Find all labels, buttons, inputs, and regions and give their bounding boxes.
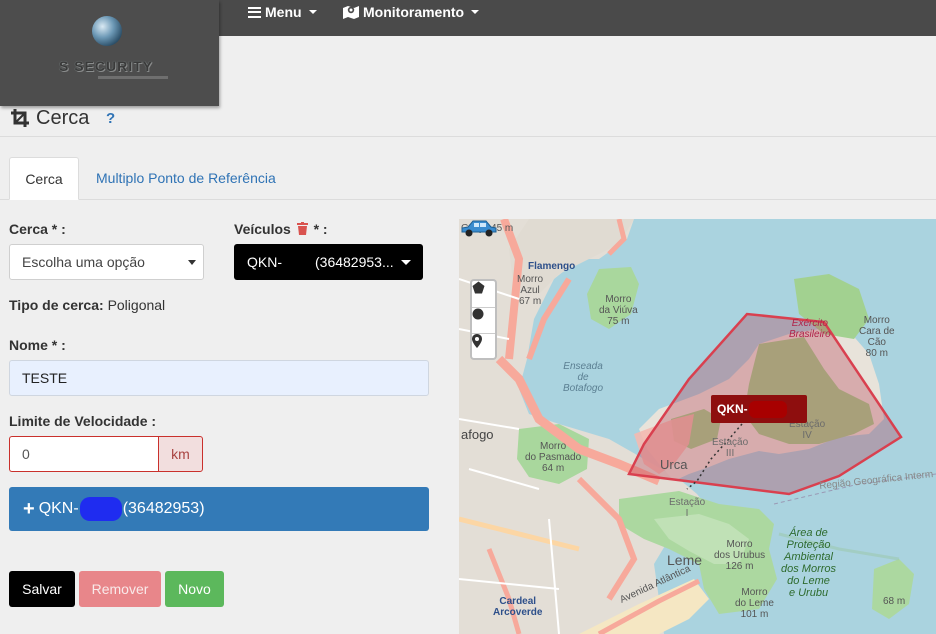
tab-cerca[interactable]: Cerca <box>9 157 79 200</box>
remover-button[interactable]: Remover <box>79 571 161 607</box>
caret-down-icon <box>401 260 411 265</box>
caret-down-icon <box>471 10 480 14</box>
logo-globe-icon <box>92 16 122 46</box>
nome-label: Nome * : <box>9 337 66 353</box>
draw-polygon-button[interactable] <box>472 281 495 306</box>
map-draw-toolbar <box>470 279 497 360</box>
nome-input[interactable]: TESTE <box>9 360 429 396</box>
tab-multiplo-ponto[interactable]: Multiplo Ponto de Referência <box>82 157 290 200</box>
map-label-fogo: afogo <box>461 427 494 442</box>
map-label-morro-azul: Morro Azul 67 m <box>517 274 544 307</box>
veiculos-required: * : <box>313 221 328 237</box>
divider <box>0 136 936 137</box>
logo-tagline <box>98 76 168 79</box>
veiculos-select[interactable]: QKN- (36482953... <box>234 244 423 280</box>
map-label-exercito: Exército Brasileiro <box>789 318 831 340</box>
map-label-urca: Urca <box>660 457 688 472</box>
limite-unit: km <box>158 436 203 472</box>
map-label-68m: 68 m <box>883 596 906 607</box>
monitoramento-label: Monitoramento <box>363 4 465 20</box>
veiculos-label-text: Veículos <box>234 221 291 237</box>
salvar-button[interactable]: Salvar <box>9 571 75 607</box>
map-label-morro-cara: Morro Cara de Cão 80 m <box>859 315 895 359</box>
car-icon[interactable] <box>459 219 499 239</box>
novo-button[interactable]: Novo <box>165 571 224 607</box>
map-label-morro-urubus: Morro dos Urubus 126 m <box>714 539 766 572</box>
brand-logo[interactable]: S SECURITY <box>0 0 219 106</box>
page-title: Cerca <box>10 106 89 130</box>
veiculos-plate: QKN- <box>247 254 282 270</box>
pentagon-icon <box>472 281 485 294</box>
monitoramento-dropdown[interactable]: Monitoramento <box>343 0 480 24</box>
logo-text: S SECURITY <box>58 58 153 74</box>
tipo-cerca-value: Poligonal <box>107 297 166 313</box>
menu-dropdown[interactable]: Menu <box>248 0 317 24</box>
vehicle-tooltip-plate: QKN- <box>717 402 748 416</box>
map-label-morro-viuva: Morro da Viúva 75 m <box>599 294 638 327</box>
veiculos-id: (36482953... <box>315 254 394 270</box>
help-icon[interactable]: ? <box>106 110 115 127</box>
vehicle-plate-tooltip: QKN- <box>711 395 807 423</box>
map-label-flamengo: Flamengo <box>528 261 576 272</box>
draw-marker-button[interactable] <box>472 333 495 358</box>
circle-icon <box>472 308 484 320</box>
caret-down-icon <box>308 10 317 14</box>
map-label-morro-pasmado: Morro do Pasmado 64 m <box>525 441 582 474</box>
map-marker-icon <box>343 6 359 19</box>
menu-label: Menu <box>265 4 302 20</box>
map-label-enseada: Enseada de Botafogo <box>563 361 604 394</box>
selected-vehicle-plate: QKN- <box>38 500 79 517</box>
marker-icon <box>472 334 482 348</box>
selected-vehicle-bar[interactable]: + QKN- (36482953) <box>9 487 429 531</box>
map-label-estacao3: Estação III <box>712 437 749 459</box>
limite-velocidade-input[interactable]: 0 <box>9 436 159 472</box>
tipo-cerca: Tipo de cerca: Poligonal <box>9 297 165 313</box>
map-label-area-protecao: Área de Proteção Ambiental dos Morros do… <box>781 527 837 599</box>
limite-label: Limite de Velocidade : <box>9 413 157 429</box>
map-label-morro-leme: Morro do Leme 101 m <box>735 587 774 620</box>
selected-vehicle-id: (36482953) <box>122 500 205 517</box>
redaction-blob <box>749 401 787 418</box>
crop-icon <box>11 109 29 127</box>
veiculos-label: Veículos * : <box>234 221 328 237</box>
map-label-cardeal: Cardeal Arcoverde <box>493 596 543 618</box>
redaction-blob <box>79 497 122 521</box>
plus-icon: + <box>23 498 35 520</box>
trash-icon[interactable] <box>296 222 308 235</box>
map-label-estacao1: Estação I <box>669 497 706 519</box>
hamburger-icon <box>248 6 261 18</box>
tipo-cerca-label: Tipo de cerca: <box>9 297 104 313</box>
page-title-text: Cerca <box>36 106 90 129</box>
map-view[interactable]: Graça 45 m Flamengo Morro Azul 67 m Morr… <box>459 219 936 634</box>
cerca-select-value: Escolha uma opção <box>22 254 145 270</box>
caret-down-icon <box>188 260 196 265</box>
draw-circle-button[interactable] <box>472 307 495 332</box>
cerca-select[interactable]: Escolha uma opção <box>9 244 204 280</box>
cerca-label: Cerca * : <box>9 221 66 237</box>
